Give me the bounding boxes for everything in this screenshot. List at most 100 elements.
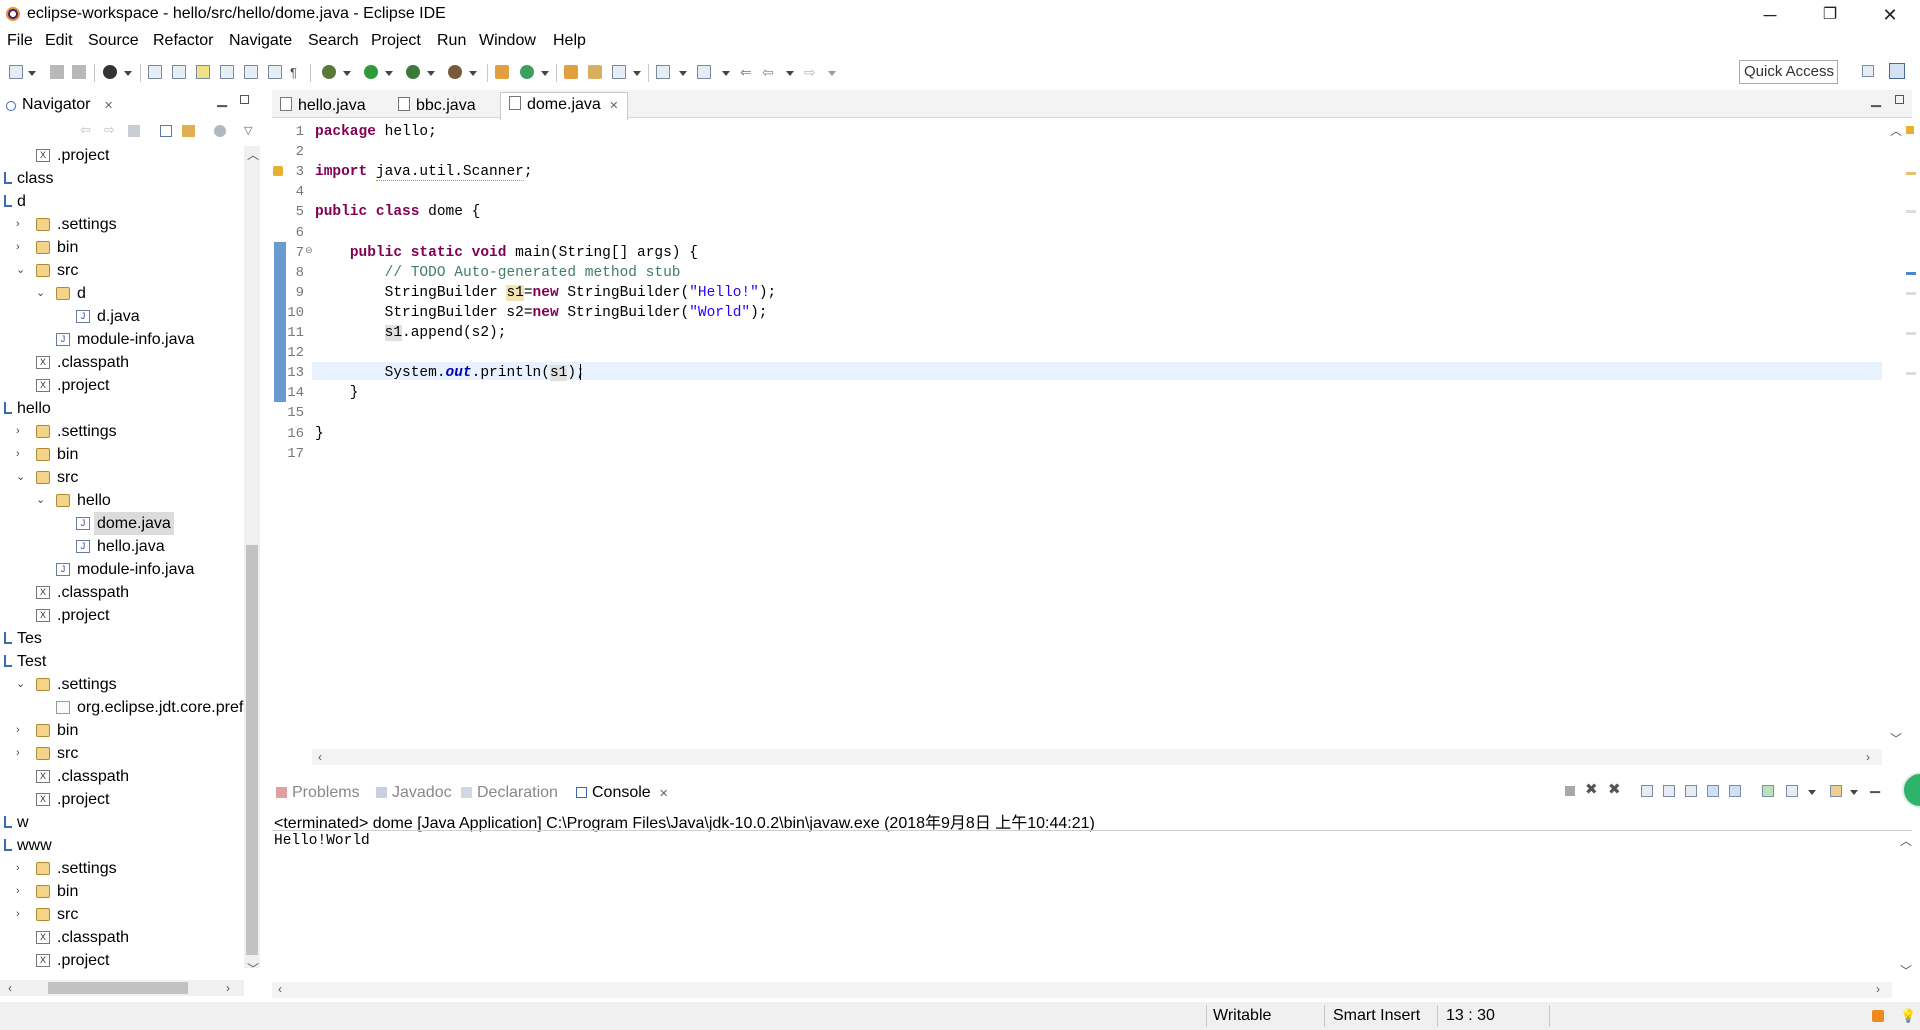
clear-console-icon[interactable] bbox=[1641, 785, 1653, 797]
console-minimize-icon[interactable]: ▁ bbox=[1870, 778, 1880, 794]
external-tools-dropdown-icon[interactable] bbox=[469, 71, 477, 76]
editor-vertical-scrollbar[interactable] bbox=[1880, 120, 1896, 740]
run-icon[interactable] bbox=[364, 65, 378, 79]
view-menu-icon[interactable]: ▽ bbox=[244, 124, 252, 137]
tree-item[interactable]: class bbox=[0, 167, 244, 190]
tree-item[interactable]: Tes bbox=[0, 627, 244, 650]
menu-window[interactable]: Window bbox=[479, 32, 536, 50]
profile-icon[interactable] bbox=[103, 65, 117, 79]
profile-dropdown-icon[interactable] bbox=[124, 71, 132, 76]
menu-project[interactable]: Project bbox=[371, 32, 421, 50]
remove-all-terminated-icon[interactable]: ✖ bbox=[1608, 780, 1621, 798]
tree-item[interactable]: › .settings bbox=[0, 857, 244, 880]
forward-icon[interactable]: ⇨ bbox=[804, 65, 818, 79]
tree-item[interactable]: X .project bbox=[0, 374, 244, 397]
tree-item[interactable]: X .project bbox=[0, 949, 244, 972]
tree-item[interactable]: › .settings bbox=[0, 420, 244, 443]
new-java-project-icon[interactable] bbox=[495, 65, 509, 79]
back-icon[interactable]: ⇦ bbox=[80, 122, 91, 138]
run-dropdown-icon[interactable] bbox=[385, 71, 393, 76]
restore-button[interactable]: ❐ bbox=[1800, 0, 1860, 30]
tree-item[interactable]: ⌄ src bbox=[0, 259, 244, 282]
tree-item[interactable]: w bbox=[0, 811, 244, 834]
menu-search[interactable]: Search bbox=[308, 32, 359, 50]
overview-warning-icon[interactable] bbox=[1906, 126, 1914, 134]
next-annotation-icon[interactable] bbox=[656, 65, 670, 79]
block-selection-icon[interactable] bbox=[244, 65, 258, 79]
console-output[interactable]: Hello!World bbox=[274, 833, 370, 849]
open-console-dropdown-icon[interactable] bbox=[1850, 790, 1858, 795]
tree-item[interactable]: X .project bbox=[0, 788, 244, 811]
coverage-icon[interactable] bbox=[406, 65, 420, 79]
console-horizontal-scrollbar[interactable] bbox=[272, 982, 1892, 998]
menu-navigate[interactable]: Navigate bbox=[229, 32, 292, 50]
quick-access-input[interactable]: Quick Access bbox=[1739, 60, 1838, 84]
toggle-mark-icon[interactable] bbox=[172, 65, 186, 79]
tree-item[interactable]: Jdome.java bbox=[0, 512, 244, 535]
expand-arrow-icon[interactable]: ⌄ bbox=[36, 489, 46, 512]
tree-item[interactable]: org.eclipse.jdt.core.prefs bbox=[0, 696, 244, 719]
new-dropdown-icon[interactable] bbox=[28, 71, 36, 76]
fold-collapse-icon[interactable]: ⊖ bbox=[305, 245, 313, 256]
tree-item[interactable]: Jd.java bbox=[0, 305, 244, 328]
tree-item[interactable]: X .classpath bbox=[0, 351, 244, 374]
tab-console[interactable]: Console ✕ bbox=[576, 784, 668, 802]
back-icon[interactable]: ⇦ bbox=[762, 65, 776, 79]
terminate-icon[interactable] bbox=[1565, 786, 1575, 796]
menu-help[interactable]: Help bbox=[553, 32, 586, 50]
previous-annotation-dropdown-icon[interactable] bbox=[722, 71, 730, 76]
minimize-view-icon[interactable]: ▁ bbox=[217, 92, 227, 108]
filters-icon[interactable] bbox=[214, 125, 226, 137]
collapse-arrow-icon[interactable]: › bbox=[16, 213, 26, 236]
external-tools-icon[interactable] bbox=[448, 65, 462, 79]
tab-declaration[interactable]: Declaration bbox=[461, 784, 558, 802]
save-icon[interactable] bbox=[50, 65, 64, 79]
tab-navigator[interactable]: Navigator bbox=[22, 96, 90, 114]
tab-dome-java[interactable]: dome.java ✕ bbox=[500, 92, 628, 120]
forward-dropdown-icon[interactable] bbox=[828, 71, 836, 76]
tree-item[interactable]: › .settings bbox=[0, 213, 244, 236]
tab-bbc-java[interactable]: bbc.java bbox=[398, 94, 476, 118]
highlight-icon[interactable] bbox=[196, 65, 210, 79]
collapse-arrow-icon[interactable]: › bbox=[16, 857, 26, 880]
tree-item[interactable]: ⌄ hello bbox=[0, 489, 244, 512]
overview-mark[interactable] bbox=[1906, 210, 1916, 213]
new-icon[interactable] bbox=[9, 65, 23, 79]
overview-mark[interactable] bbox=[1906, 332, 1916, 335]
console-scroll-left-icon[interactable]: ‹ bbox=[278, 982, 282, 996]
tree-item[interactable]: ⌄ d bbox=[0, 282, 244, 305]
rss-icon[interactable] bbox=[1872, 1010, 1884, 1022]
tree-item[interactable]: › src bbox=[0, 903, 244, 926]
expand-arrow-icon[interactable]: ⌄ bbox=[16, 673, 26, 696]
search-icon[interactable] bbox=[612, 65, 626, 79]
expand-arrow-icon[interactable]: ⌄ bbox=[36, 282, 46, 305]
open-perspective-icon[interactable] bbox=[1862, 65, 1874, 77]
paragraph-icon[interactable]: ¶ bbox=[290, 65, 304, 80]
tree-item[interactable]: › bin bbox=[0, 880, 244, 903]
navigator-vertical-scrollbar-thumb[interactable] bbox=[246, 545, 258, 955]
forward-icon[interactable]: ⇨ bbox=[104, 122, 115, 138]
editor-minimize-icon[interactable]: ▁ bbox=[1871, 92, 1881, 108]
editor-scroll-right-icon[interactable]: › bbox=[1866, 750, 1870, 764]
tree-item[interactable]: Test bbox=[0, 650, 244, 673]
collapse-arrow-icon[interactable]: › bbox=[16, 443, 26, 466]
tree-item[interactable]: › bin bbox=[0, 719, 244, 742]
maximize-view-icon[interactable] bbox=[240, 95, 249, 104]
expand-arrow-icon[interactable]: ⌄ bbox=[16, 466, 26, 489]
warning-marker-icon[interactable] bbox=[273, 166, 283, 176]
skip-breakpoints-icon[interactable] bbox=[148, 65, 162, 79]
save-all-icon[interactable] bbox=[72, 65, 86, 79]
collapse-arrow-icon[interactable]: › bbox=[16, 236, 26, 259]
open-type-icon[interactable] bbox=[564, 65, 578, 79]
toggle-word-wrap-icon[interactable] bbox=[220, 65, 234, 79]
tree-item[interactable]: › bin bbox=[0, 236, 244, 259]
editor-scroll-left-icon[interactable]: ‹ bbox=[318, 750, 322, 764]
tree-item[interactable]: Jmodule-info.java bbox=[0, 558, 244, 581]
code-line[interactable]: public static void main(String[] args) { bbox=[315, 245, 698, 261]
collapse-all-icon[interactable] bbox=[160, 125, 172, 137]
navigator-close-icon[interactable]: ✕ bbox=[104, 99, 113, 112]
console-scroll-right-icon[interactable]: › bbox=[1876, 982, 1880, 996]
open-task-icon[interactable] bbox=[588, 65, 602, 79]
last-edit-location-icon[interactable]: ⇐ bbox=[740, 65, 754, 79]
menu-source[interactable]: Source bbox=[88, 32, 139, 50]
